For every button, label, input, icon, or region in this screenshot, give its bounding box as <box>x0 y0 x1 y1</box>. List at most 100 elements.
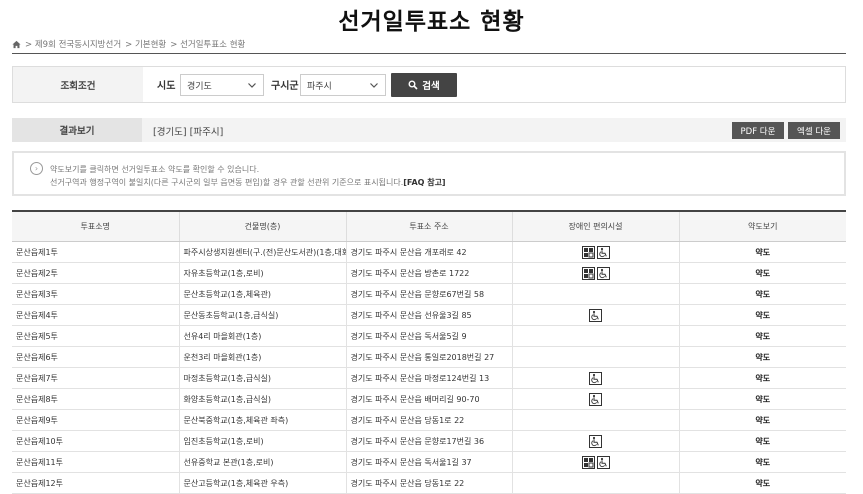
address-cell: 경기도 파주시 문산읍 당동1로 22 <box>345 472 512 494</box>
map-link[interactable]: 약도 <box>678 451 846 473</box>
station-name-cell: 문산읍제7투 <box>12 367 179 389</box>
table-row: 문산읍제2투 자유초등학교(1층,로비) 경기도 파주시 문산읍 방촌로 1722 약… <box>12 262 846 284</box>
building-cell: 문산고등학교(1층,체육관 우측) <box>178 472 346 494</box>
sido-select[interactable]: 경기도 <box>180 74 264 96</box>
building-cell: 선유중학교 본관(1층,로비) <box>178 451 346 473</box>
map-link[interactable]: 약도 <box>678 346 846 368</box>
table-row: 문산읍제1투파주시상생지원센터(구.(전)문산도서관)(1층,대회의실)경기도 … <box>12 241 846 263</box>
address-cell: 경기도 파주시 문산읍 통일로2018번길 27 <box>345 346 512 368</box>
table-row: 문산읍제5투 선유4리 마을회관(1층) 경기도 파주시 문산읍 독서울5길 9 약도 <box>12 325 846 347</box>
wheelchair-icon <box>596 245 611 259</box>
station-name-cell: 문산읍제4투 <box>12 304 179 326</box>
search-button-label: 검색 <box>422 81 440 92</box>
map-link[interactable]: 약도 <box>678 325 846 347</box>
address-cell: 경기도 파주시 문산읍 당동1로 22 <box>345 409 512 431</box>
wheelchair-icon <box>588 392 603 406</box>
gusigun-select[interactable]: 파주시 <box>300 74 386 96</box>
building-cell: 임진초등학교(1층,로비) <box>178 430 346 452</box>
building-cell: 선유4리 마을회관(1층) <box>178 325 346 347</box>
map-link[interactable]: 약도 <box>678 304 846 326</box>
facility-cell <box>511 304 679 326</box>
station-name-cell: 문산읍제3투 <box>12 283 179 305</box>
wheelchair-icon <box>596 455 611 469</box>
map-link[interactable]: 약도 <box>678 367 846 389</box>
building-cell: 문산동초등학교(1층,급식실) <box>178 304 346 326</box>
facility-cell <box>511 451 679 473</box>
station-name-cell: 문산읍제1투 <box>12 241 179 263</box>
address-cell: 경기도 파주시 문산읍 마정로124번길 13 <box>345 367 512 389</box>
wheelchair-icon <box>588 434 603 448</box>
facility-cell <box>511 346 679 368</box>
station-name-cell: 문산읍제10투 <box>12 430 179 452</box>
station-name-cell: 문산읍제6투 <box>12 346 179 368</box>
result-text: [경기도] [파주시] <box>153 127 224 138</box>
station-name-cell: 문산읍제12투 <box>12 472 179 494</box>
facility-cell <box>511 388 679 410</box>
result-label: 결과보기 <box>12 118 142 142</box>
gusigun-select-value: 파주시 <box>307 81 332 92</box>
table-row: 문산읍제4투 문산동초등학교(1층,급식실) 경기도 파주시 문산읍 선유울3길 8… <box>12 304 846 326</box>
map-link[interactable]: 약도 <box>678 262 846 284</box>
breadcrumb: > 제9회 전국동시지방선거 > 기본현황 > 선거일투표소 현황 <box>12 38 245 50</box>
address-cell: 경기도 파주시 문산읍 문향로17번길 36 <box>345 430 512 452</box>
map-link[interactable]: 약도 <box>678 409 846 431</box>
map-link[interactable]: 약도 <box>678 283 846 305</box>
notice-line-2: 선거구역과 행정구역이 불일치(다른 구시군의 일부 읍면동 편입)할 경우 관… <box>50 177 446 188</box>
home-icon[interactable] <box>12 40 21 49</box>
elevator-icon <box>581 455 596 469</box>
breadcrumb-item-election[interactable]: > 제9회 전국동시지방선거 <box>25 38 121 50</box>
map-link[interactable]: 약도 <box>678 430 846 452</box>
wheelchair-icon <box>588 308 603 322</box>
header-facility: 장애인 편의시설 <box>511 210 679 242</box>
search-button[interactable]: 검색 <box>391 73 457 97</box>
faq-link[interactable]: [FAQ 참고] <box>403 178 445 187</box>
sido-select-value: 경기도 <box>187 81 212 92</box>
station-name-cell: 문산읍제11투 <box>12 451 179 473</box>
notice-line-1: 약도보기를 클릭하면 선거일투표소 약도를 확인할 수 있습니다. <box>50 165 260 174</box>
notice-line-2-text: 선거구역과 행정구역이 불일치(다른 구시군의 일부 읍면동 편입)할 경우 관… <box>50 178 404 187</box>
map-link[interactable]: 약도 <box>678 472 846 494</box>
address-cell: 경기도 파주시 문산읍 선유울3길 85 <box>345 304 512 326</box>
notice-box: › 약도보기를 클릭하면 선거일투표소 약도를 확인할 수 있습니다. 선거구역… <box>12 151 846 196</box>
sido-label: 시도 <box>157 81 176 92</box>
facility-cell <box>511 262 679 284</box>
building-cell: 파주시상생지원센터(구.(전)문산도서관)(1층,대회의실) <box>178 241 346 263</box>
page-title: 선거일투표소 현황 <box>338 9 525 35</box>
station-name-cell: 문산읍제2투 <box>12 262 179 284</box>
station-name-cell: 문산읍제9투 <box>12 409 179 431</box>
table-row: 문산읍제3투 문산초등학교(1층,체육관) 경기도 파주시 문산읍 문향로67번길 … <box>12 283 846 305</box>
facility-cell <box>511 325 679 347</box>
search-panel: 조회조건 시도 경기도 구시군 파주시 검색 <box>12 66 846 103</box>
address-cell: 경기도 파주시 문산읍 개포래로 42 <box>345 241 512 263</box>
facility-cell <box>511 367 679 389</box>
address-cell: 경기도 파주시 문산읍 문향로67번길 58 <box>345 283 512 305</box>
table-row: 문산읍제12투 문산고등학교(1층,체육관 우측) 경기도 파주시 문산읍 당동1로… <box>12 472 846 494</box>
elevator-icon <box>581 245 596 259</box>
building-cell: 마정초등학교(1층,급식실) <box>178 367 346 389</box>
address-cell: 경기도 파주시 문산읍 독서울1길 37 <box>345 451 512 473</box>
excel-download-button[interactable]: 엑셀 다운 <box>788 122 840 139</box>
title-divider <box>12 53 846 54</box>
table-row: 문산읍제11투 선유중학교 본관(1층,로비) 경기도 파주시 문산읍 독서울1길 … <box>12 451 846 473</box>
table-row: 문산읍제10투 임진초등학교(1층,로비) 경기도 파주시 문산읍 문향로17번길 … <box>12 430 846 452</box>
address-cell: 경기도 파주시 문산읍 배머리길 90-70 <box>345 388 512 410</box>
facility-cell <box>511 472 679 494</box>
table-header-row: 투표소명 건물명(층) 투표소 주소 장애인 편의시설 약도보기 <box>12 210 846 242</box>
building-cell: 문산초등학교(1층,체육관) <box>178 283 346 305</box>
facility-cell <box>511 430 679 452</box>
header-address: 투표소 주소 <box>345 210 512 242</box>
address-cell: 경기도 파주시 문산읍 독서울5길 9 <box>345 325 512 347</box>
table-row: 문산읍제6투 운천3리 마을회관(1층) 경기도 파주시 문산읍 통일로2018번길… <box>12 346 846 368</box>
header-station-name: 투표소명 <box>12 210 179 242</box>
breadcrumb-item-basic[interactable]: > 기본현황 <box>125 38 166 50</box>
header-map: 약도보기 <box>678 210 846 242</box>
search-condition-label: 조회조건 <box>13 67 143 102</box>
map-link[interactable]: 약도 <box>678 388 846 410</box>
table-row: 문산읍제9투 문산북중학교(1층,체육관 좌측) 경기도 파주시 문산읍 당동1로 … <box>12 409 846 431</box>
chevron-right-icon: › <box>30 162 43 175</box>
map-link[interactable]: 약도 <box>678 241 846 263</box>
table-row: 문산읍제7투 마정초등학교(1층,급식실) 경기도 파주시 문산읍 마정로124번길… <box>12 367 846 389</box>
facility-cell <box>511 409 679 431</box>
pdf-download-button[interactable]: PDF 다운 <box>732 122 784 139</box>
station-name-cell: 문산읍제8투 <box>12 388 179 410</box>
